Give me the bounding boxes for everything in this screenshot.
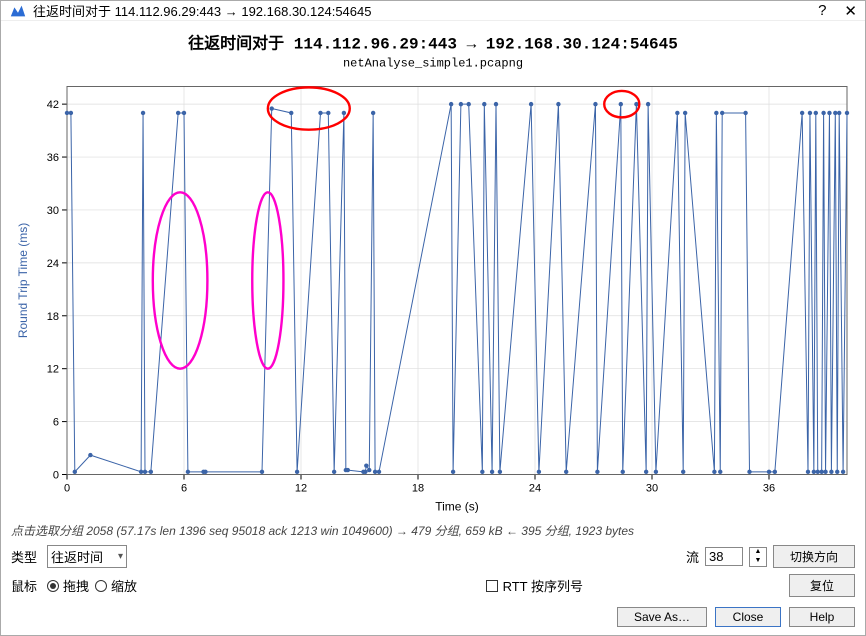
type-select-value: 往返时间 bbox=[51, 547, 103, 566]
chevron-down-icon: ▾ bbox=[118, 551, 123, 562]
wireshark-icon bbox=[9, 2, 27, 20]
save-as-button[interactable]: Save As… bbox=[617, 607, 707, 627]
help-dialog-button[interactable]: Help bbox=[789, 607, 855, 627]
svg-text:30: 30 bbox=[47, 205, 59, 217]
radio-drag[interactable]: 拖拽 bbox=[47, 576, 89, 595]
svg-text:36: 36 bbox=[47, 152, 59, 164]
reset-button[interactable]: 复位 bbox=[789, 574, 855, 597]
svg-text:0: 0 bbox=[64, 483, 70, 495]
stream-spinner[interactable]: ▲ ▼ bbox=[749, 547, 767, 567]
svg-text:往返时间对于 114.112.96.29:443 → 192: 往返时间对于 114.112.96.29:443 → 192.168.30.12… bbox=[188, 34, 678, 54]
stream-label: 流 bbox=[686, 547, 699, 566]
svg-text:30: 30 bbox=[646, 483, 658, 495]
svg-text:12: 12 bbox=[295, 483, 307, 495]
rtt-seq-label: RTT 按序列号 bbox=[503, 576, 583, 595]
svg-text:18: 18 bbox=[47, 311, 59, 323]
svg-text:0: 0 bbox=[53, 470, 59, 482]
spin-down-icon[interactable]: ▼ bbox=[750, 557, 766, 566]
close-dialog-button[interactable]: Close bbox=[715, 607, 781, 627]
svg-text:18: 18 bbox=[412, 483, 424, 495]
chart-area: 往返时间对于 114.112.96.29:443 → 192.168.30.12… bbox=[1, 21, 865, 518]
help-button[interactable]: ? bbox=[818, 2, 826, 20]
window-root: 往返时间对于 114.112.96.29:443 → 192.168.30.12… bbox=[0, 0, 866, 636]
radio-circle-icon bbox=[95, 580, 107, 592]
titlebar: 往返时间对于 114.112.96.29:443 → 192.168.30.12… bbox=[1, 1, 865, 21]
type-label: 类型 bbox=[11, 547, 41, 566]
svg-text:6: 6 bbox=[181, 483, 187, 495]
svg-text:Time (s): Time (s) bbox=[435, 500, 479, 514]
radio-drag-label: 拖拽 bbox=[63, 576, 89, 595]
switch-direction-button[interactable]: 切换方向 bbox=[773, 545, 855, 568]
rtt-seq-checkbox[interactable] bbox=[486, 580, 498, 592]
close-button[interactable]: ✕ bbox=[844, 2, 857, 20]
bottom-panel: 点击选取分组 2058 (57.17s len 1396 seq 95018 a… bbox=[1, 518, 865, 635]
radio-zoom-label: 缩放 bbox=[111, 576, 137, 595]
svg-text:42: 42 bbox=[47, 99, 59, 111]
svg-text:24: 24 bbox=[529, 483, 541, 495]
spin-up-icon[interactable]: ▲ bbox=[750, 548, 766, 557]
window-title: 往返时间对于 114.112.96.29:443 → 192.168.30.12… bbox=[33, 1, 818, 20]
svg-text:netAnalyse_simple1.pcapng: netAnalyse_simple1.pcapng bbox=[343, 57, 523, 71]
svg-text:Round Trip Time (ms): Round Trip Time (ms) bbox=[16, 223, 30, 338]
status-text: 点击选取分组 2058 (57.17s len 1396 seq 95018 a… bbox=[11, 522, 855, 539]
radio-zoom[interactable]: 缩放 bbox=[95, 576, 137, 595]
rtt-chart[interactable]: 往返时间对于 114.112.96.29:443 → 192.168.30.12… bbox=[9, 25, 857, 516]
radio-circle-icon bbox=[47, 580, 59, 592]
svg-text:36: 36 bbox=[763, 483, 775, 495]
type-select[interactable]: 往返时间 ▾ bbox=[47, 545, 127, 568]
svg-text:12: 12 bbox=[47, 364, 59, 376]
svg-text:6: 6 bbox=[53, 417, 59, 429]
mouse-label: 鼠标 bbox=[11, 576, 41, 595]
svg-text:24: 24 bbox=[47, 258, 59, 270]
stream-input[interactable]: 38 bbox=[705, 547, 743, 566]
